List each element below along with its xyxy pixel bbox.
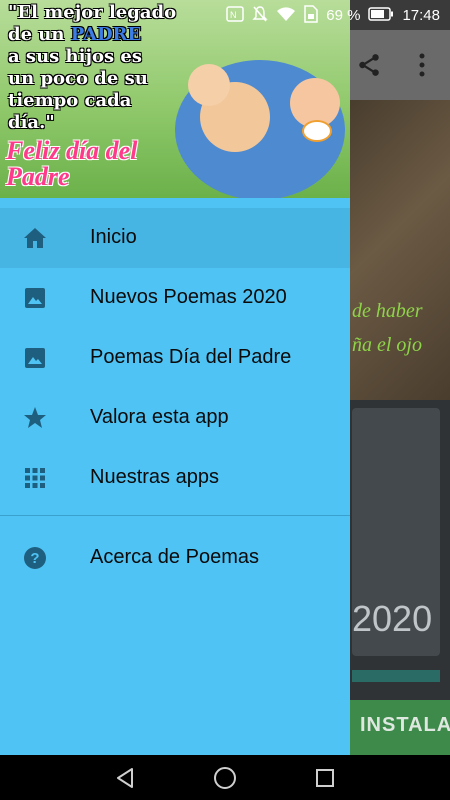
install-label: INSTALA	[360, 714, 450, 736]
menu-item-label: Nuestras apps	[90, 466, 219, 488]
quote-line-5: tiempo cada	[8, 90, 132, 111]
clock: 17:48	[402, 6, 440, 24]
home-button[interactable]	[210, 763, 240, 793]
recents-icon	[316, 769, 334, 787]
battery-icon	[368, 7, 394, 23]
menu-divider	[0, 515, 350, 516]
image-icon	[22, 286, 48, 310]
quote-line-3: a sus hijos es	[8, 46, 142, 67]
mute-icon	[252, 5, 268, 25]
battery-percent: 69 %	[326, 6, 361, 24]
recents-button[interactable]	[310, 763, 340, 793]
share-icon[interactable]	[356, 52, 382, 78]
greeting-line-1: Feliz día del	[6, 136, 138, 165]
apps-grid-icon	[22, 466, 48, 490]
nfc-icon: N	[226, 6, 244, 24]
content-card[interactable]: 2020	[352, 408, 440, 656]
home-circle-icon	[214, 767, 236, 789]
quote-line-6: día."	[8, 112, 55, 133]
menu-item-label: Valora esta app	[90, 406, 229, 428]
help-icon: ?	[22, 546, 48, 570]
back-button[interactable]	[110, 763, 140, 793]
menu-item-label: Acerca de Poemas	[90, 546, 259, 568]
sim-icon	[304, 5, 318, 25]
menu-item-label: Inicio	[90, 226, 137, 248]
drawer-menu: Inicio Nuevos Poemas 2020 Poemas Día del…	[0, 208, 350, 588]
svg-text:?: ?	[30, 550, 39, 567]
more-options-icon[interactable]	[416, 50, 428, 80]
navigation-bar	[0, 755, 450, 800]
menu-item-label: Poemas Día del Padre	[90, 346, 292, 368]
menu-item-inicio[interactable]: Inicio	[0, 208, 350, 268]
menu-item-nuevos-poemas[interactable]: Nuevos Poemas 2020	[0, 268, 350, 328]
greeting-line-2: Padre	[6, 162, 70, 191]
image-text-line1: de haber	[352, 300, 423, 322]
home-icon	[22, 226, 48, 250]
image-icon	[22, 346, 48, 370]
header-greeting: Feliz día del Padre	[6, 138, 137, 190]
menu-item-valora[interactable]: Valora esta app	[0, 388, 350, 448]
navigation-drawer: "El mejor legado de un PADRE a sus hijos…	[0, 0, 350, 755]
status-bar: N 69 % 17:48	[0, 0, 450, 30]
svg-text:N: N	[230, 10, 237, 20]
star-icon	[22, 406, 48, 430]
card-progress-bar	[352, 670, 440, 682]
quote-line-4: un poco de su	[8, 68, 148, 89]
image-text-line2: ña el ojo	[352, 334, 422, 356]
menu-item-nuestras-apps[interactable]: Nuestras apps	[0, 448, 350, 508]
menu-item-label: Nuevos Poemas 2020	[90, 286, 287, 308]
back-icon	[117, 768, 133, 788]
menu-item-poemas-dia-padre[interactable]: Poemas Día del Padre	[0, 328, 350, 388]
wifi-icon	[276, 6, 296, 24]
card-year: 2020	[352, 598, 433, 639]
menu-item-acerca[interactable]: ? Acerca de Poemas	[0, 528, 350, 588]
